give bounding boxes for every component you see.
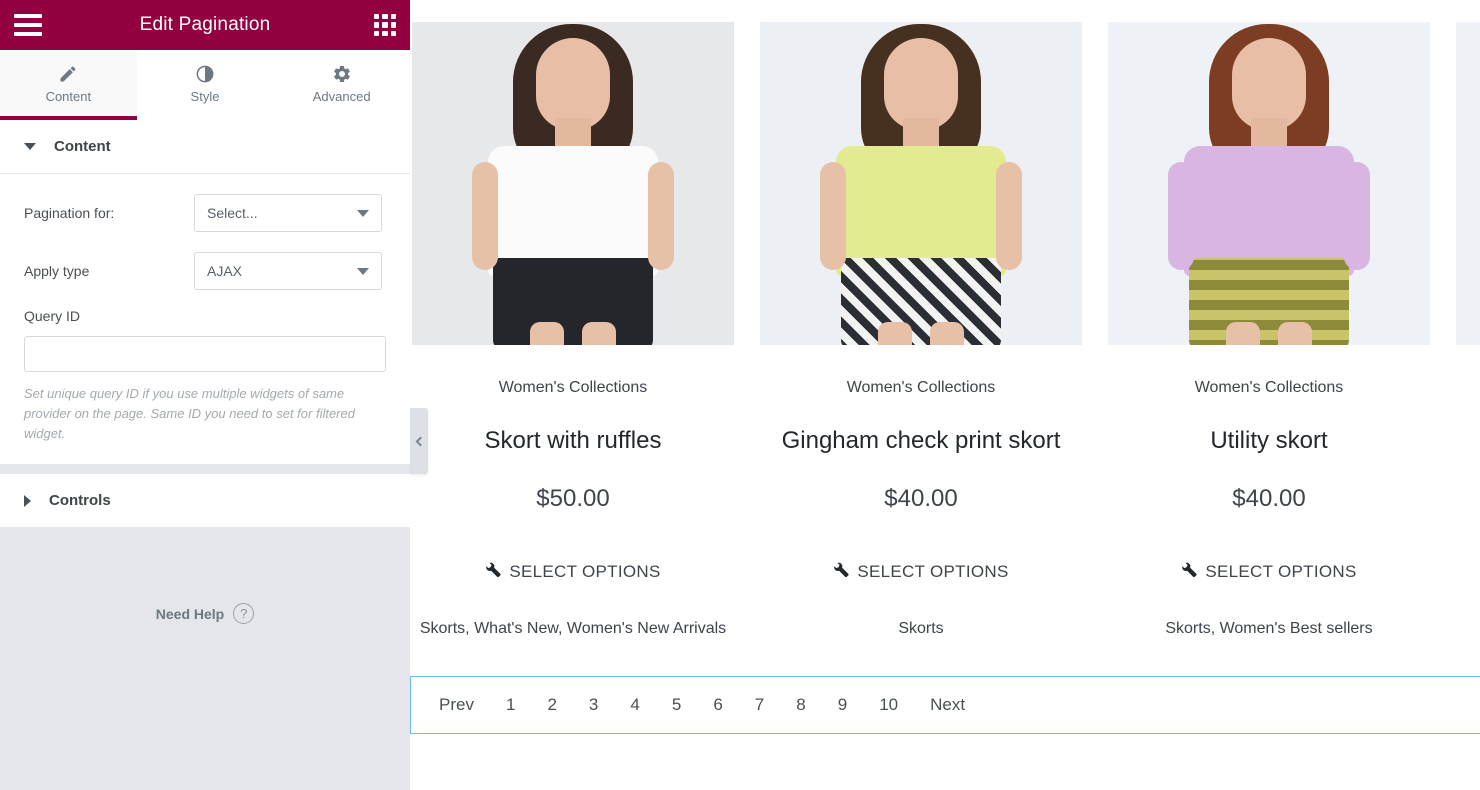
section-divider	[0, 464, 410, 475]
panel-body: Content Pagination for: Select... Apply …	[0, 120, 410, 790]
tab-content-label: Content	[45, 88, 92, 104]
pagination-page-10[interactable]: 10	[863, 695, 914, 715]
chevron-left-icon	[415, 436, 426, 446]
product-card: Women's Collections Skort with ruffles $…	[412, 22, 734, 642]
select-options-button[interactable]: SELECT OPTIONS	[412, 561, 734, 582]
pagination-page-5[interactable]: 5	[656, 695, 697, 715]
pagination-page-7[interactable]: 7	[739, 695, 780, 715]
pagination-page-4[interactable]: 4	[614, 695, 655, 715]
select-options-button[interactable]: SELECT OPTIONS	[1108, 561, 1430, 582]
pagination-for-label: Pagination for:	[24, 205, 115, 221]
page-title: Edit Pagination	[139, 14, 271, 35]
apply-type-value: AJAX	[207, 263, 243, 279]
select-options-label: SELECT OPTIONS	[1205, 561, 1357, 581]
product-grid: Women's Collections Skort with ruffles $…	[410, 0, 1480, 642]
caret-down-icon	[24, 143, 36, 150]
product-category[interactable]: Women's Collections	[1108, 379, 1430, 397]
pagination-next[interactable]: Next	[914, 695, 981, 715]
product-price: $40.00	[884, 485, 958, 512]
wrench-icon	[1181, 561, 1197, 582]
product-tags[interactable]: Skorts, Women's Best sellers	[1108, 616, 1430, 642]
product-image[interactable]	[1108, 22, 1430, 345]
section-header-controls[interactable]: Controls	[0, 474, 410, 529]
editor-panel: Edit Pagination Content Style Advanced C…	[0, 0, 411, 790]
select-options-label: SELECT OPTIONS	[857, 561, 1009, 581]
section-title-controls: Controls	[49, 492, 111, 510]
widgets-grid-icon[interactable]	[374, 14, 396, 36]
contrast-circle-icon	[195, 64, 215, 84]
hamburger-menu-icon[interactable]	[14, 14, 42, 36]
product-image[interactable]	[412, 22, 734, 345]
field-query-id: Query ID Set unique query ID if you use …	[24, 300, 386, 444]
query-id-label: Query ID	[24, 308, 81, 324]
pagination-for-select[interactable]: Select...	[194, 194, 382, 232]
tab-content[interactable]: Content	[0, 50, 137, 120]
wrench-icon	[833, 561, 849, 582]
tab-advanced[interactable]: Advanced	[273, 50, 411, 120]
pagination-page-3[interactable]: 3	[573, 695, 614, 715]
product-name[interactable]: Utility skort	[1108, 427, 1430, 455]
product-category[interactable]: Women's Collections	[760, 379, 1082, 397]
product-name[interactable]: Gingham check print skort	[760, 427, 1082, 455]
pagination-prev[interactable]: Prev	[423, 695, 490, 715]
need-help-label: Need Help	[155, 605, 225, 622]
query-id-help-text: Set unique query ID if you use multiple …	[24, 386, 355, 442]
product-tags[interactable]: Skorts, What's New, Women's New Arrivals	[412, 616, 734, 642]
product-image[interactable]	[760, 22, 1082, 345]
pagination-page-9[interactable]: 9	[822, 695, 863, 715]
pagination-page-8[interactable]: 8	[780, 695, 821, 715]
product-image[interactable]	[1456, 22, 1480, 345]
chevron-down-icon	[357, 209, 369, 217]
wrench-icon	[485, 561, 501, 582]
section-header-content[interactable]: Content	[0, 120, 410, 174]
pagination-page-2[interactable]: 2	[531, 695, 572, 715]
gear-icon	[332, 64, 352, 84]
caret-right-icon	[24, 494, 31, 507]
field-pagination-for: Pagination for: Select...	[24, 184, 386, 242]
pencil-icon	[58, 64, 78, 84]
apply-type-select[interactable]: AJAX	[194, 252, 382, 290]
query-id-input[interactable]	[24, 336, 386, 372]
tab-style-label: Style	[190, 88, 220, 104]
product-category[interactable]: Women's Collections	[412, 379, 734, 397]
need-help-button[interactable]: Need Help ?	[155, 603, 255, 625]
select-options-button[interactable]: SELECT OPTIONS	[760, 561, 1082, 582]
tab-advanced-label: Advanced	[312, 88, 371, 104]
preview-canvas: Women's Collections Skort with ruffles $…	[410, 0, 1480, 790]
field-apply-type: Apply type AJAX	[24, 242, 386, 300]
product-card: Women's Collections Utility skort $40.00…	[1108, 22, 1430, 642]
panel-collapse-handle[interactable]	[410, 408, 428, 474]
apply-type-label: Apply type	[24, 263, 90, 279]
pagination-for-value: Select...	[207, 205, 258, 221]
pagination-page-6[interactable]: 6	[697, 695, 738, 715]
product-name[interactable]: Skort with ruffles	[412, 427, 734, 455]
need-help-area: Need Help ?	[0, 528, 410, 625]
panel-header: Edit Pagination	[0, 0, 410, 50]
product-price: $50.00	[536, 485, 610, 512]
product-card: Women's Collections Gingham check print …	[760, 22, 1082, 642]
tab-style[interactable]: Style	[136, 50, 274, 120]
panel-tabs: Content Style Advanced	[0, 50, 411, 120]
product-price: $40.00	[1232, 485, 1306, 512]
pagination-page-1[interactable]: 1	[490, 695, 531, 715]
product-card-partial	[1456, 22, 1480, 642]
section-body-content: Pagination for: Select... Apply type AJA…	[0, 174, 410, 465]
app-root: Edit Pagination Content Style Advanced C…	[0, 0, 1480, 790]
pagination-widget[interactable]: Prev 1 2 3 4 5 6 7 8 9 10 Next	[410, 676, 1480, 734]
chevron-down-icon	[357, 267, 369, 275]
section-title-content: Content	[54, 138, 111, 155]
question-mark-circle-icon[interactable]: ?	[233, 603, 255, 625]
select-options-label: SELECT OPTIONS	[509, 561, 661, 581]
product-tags[interactable]: Skorts	[760, 616, 1082, 642]
